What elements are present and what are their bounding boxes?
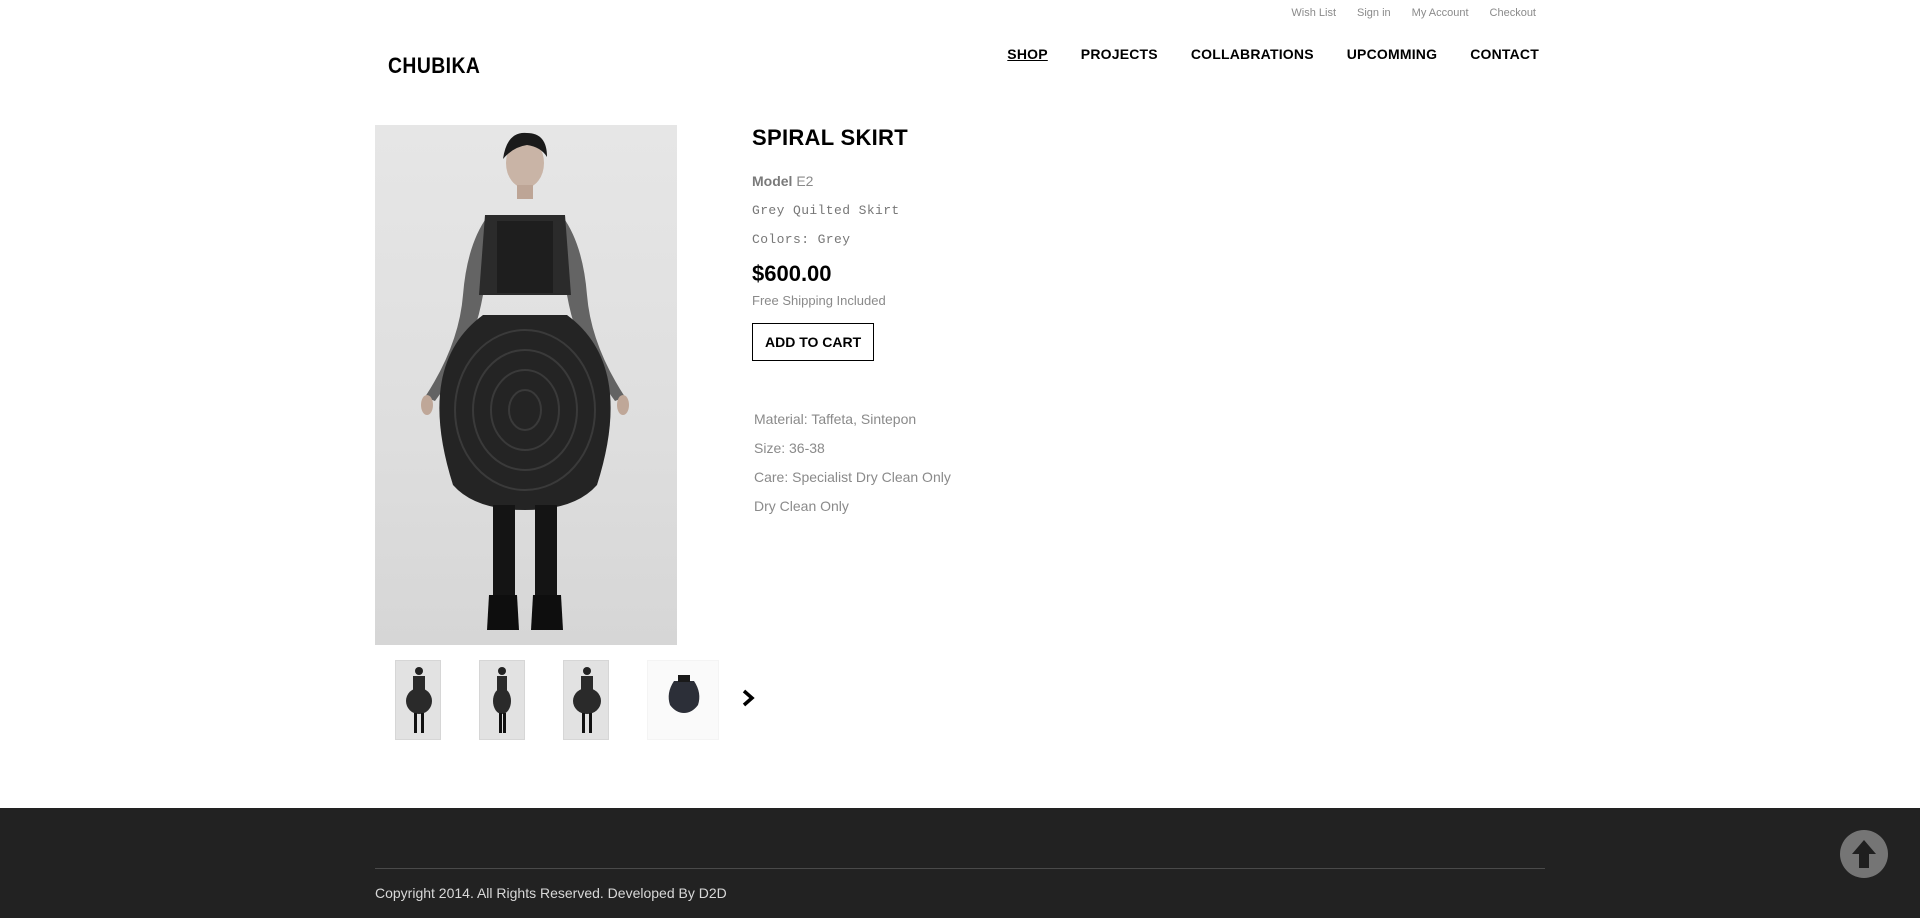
side-view-thumbnail[interactable] (479, 660, 525, 740)
footer-divider (375, 868, 1545, 869)
thumbnail-strip (395, 660, 755, 740)
spec-size: Size: 36-38 (754, 440, 825, 456)
nav-item-projects[interactable]: PROJECTS (1081, 46, 1158, 62)
product-details: SPIRAL SKIRT Model E2 Grey Quilted Skirt… (752, 125, 1252, 361)
nav-item-shop[interactable]: SHOP (1007, 46, 1047, 62)
model-figure (421, 132, 629, 630)
product-title: SPIRAL SKIRT (752, 125, 908, 150)
product-specs: Material: Taffeta, Sintepon Size: 36-38 … (754, 411, 951, 527)
spec-care: Care: Specialist Dry Clean Only (754, 469, 951, 485)
nav-item-upcomming[interactable]: UPCOMMING (1347, 46, 1437, 62)
arrow-up-icon (1852, 840, 1876, 868)
front-view-thumbnail[interactable] (395, 660, 441, 740)
shipping-note: Free Shipping Included (752, 293, 886, 308)
model-line: Model E2 (752, 173, 1252, 189)
nav-item-collabrations[interactable]: COLLABRATIONS (1191, 46, 1314, 62)
my-account-link[interactable]: My Account (1412, 7, 1469, 19)
product-description: Grey Quilted Skirt (752, 203, 900, 218)
site-logo[interactable]: CHUBIKA (388, 53, 480, 79)
model-label: Model (752, 173, 793, 189)
back-view-thumbnail[interactable] (563, 660, 609, 740)
product-main-image[interactable] (375, 125, 677, 645)
utility-nav: Wish List Sign in My Account Checkout (1291, 7, 1536, 19)
skirt-detail-thumbnail[interactable] (647, 660, 719, 740)
product-price: $600.00 (752, 261, 832, 286)
model-value: E2 (796, 173, 814, 189)
main-nav: SHOP PROJECTS COLLABRATIONS UPCOMMING CO… (1007, 46, 1539, 62)
sign-in-link[interactable]: Sign in (1357, 7, 1391, 19)
scroll-to-top-button[interactable] (1840, 830, 1888, 878)
checkout-link[interactable]: Checkout (1490, 7, 1536, 19)
nav-item-contact[interactable]: CONTACT (1470, 46, 1539, 62)
chevron-right-icon[interactable] (741, 688, 755, 712)
product-colors: Colors: Grey (752, 232, 851, 247)
wish-list-link[interactable]: Wish List (1291, 7, 1336, 19)
spec-material: Material: Taffeta, Sintepon (754, 411, 917, 427)
spec-dry-clean: Dry Clean Only (754, 498, 849, 514)
copyright-text: Copyright 2014. All Rights Reserved. Dev… (375, 885, 727, 901)
site-footer: Copyright 2014. All Rights Reserved. Dev… (0, 808, 1920, 918)
add-to-cart-button[interactable]: ADD TO CART (752, 323, 875, 361)
